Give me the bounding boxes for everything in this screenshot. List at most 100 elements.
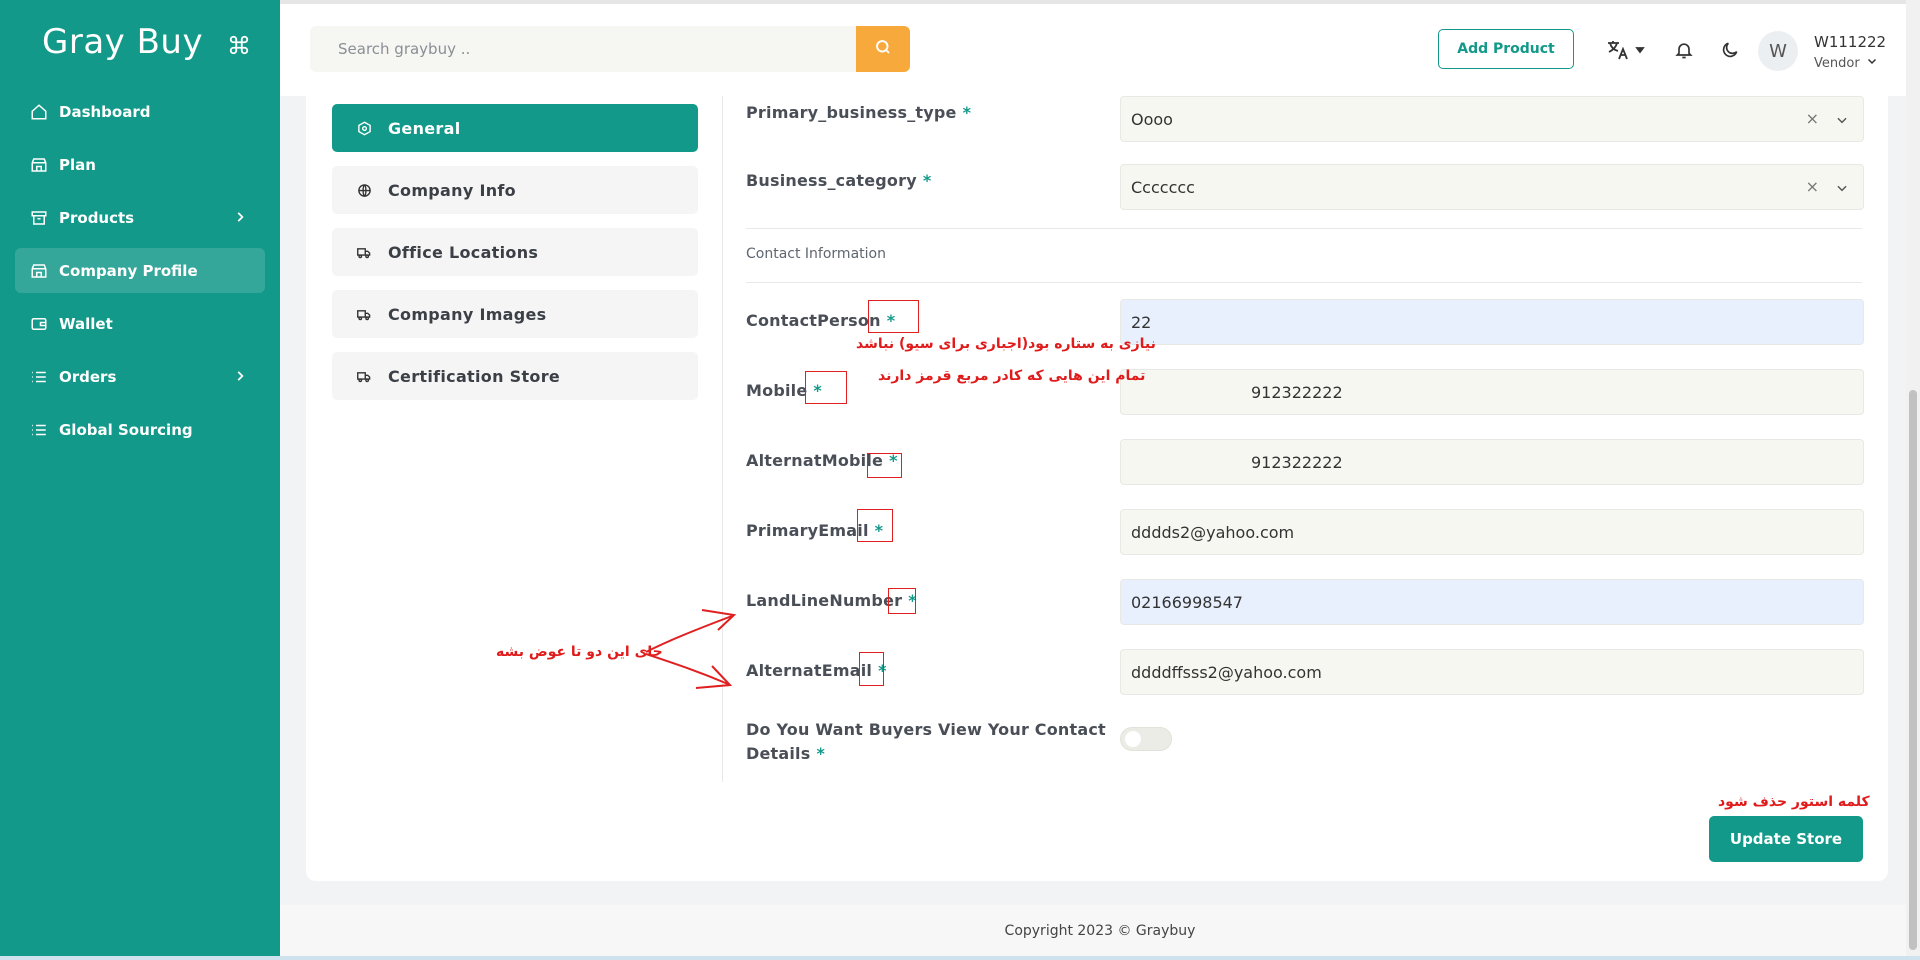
landline-number-input[interactable] [1120, 579, 1864, 625]
sidebar-item-company-profile[interactable]: Company Profile [15, 248, 265, 293]
settings-icon [356, 120, 372, 136]
chevron-down-icon[interactable] [1835, 112, 1849, 126]
sidebar-item-global-sourcing[interactable]: Global Sourcing [15, 407, 265, 452]
sidebar-item-label: Company Profile [59, 261, 198, 280]
section-divider [746, 228, 1862, 229]
tab-label: Office Locations [388, 242, 539, 262]
business-category-label: Business_category * [746, 171, 932, 190]
search-icon [874, 38, 892, 60]
translate-icon[interactable] [1606, 38, 1646, 62]
annotation-note: جای این دو تا عوض بشه [496, 644, 663, 660]
archive-icon [29, 208, 49, 228]
search-bar [310, 26, 890, 72]
select-value: Oooo [1131, 109, 1173, 129]
chevron-down-icon[interactable] [1835, 180, 1849, 194]
sidebar-item-label: Plan [59, 155, 96, 174]
chevron-right-icon [233, 210, 247, 224]
contact-person-value[interactable] [1131, 312, 1863, 332]
toggle-knob [1125, 731, 1141, 747]
add-product-button[interactable]: Add Product [1438, 29, 1574, 69]
list-icon [29, 420, 49, 440]
contact-information-title: Contact Information [746, 246, 886, 262]
alternate-email-input[interactable] [1120, 649, 1864, 695]
annotation-box [859, 652, 884, 686]
tab-label: Certification Store [388, 366, 561, 386]
footer: Copyright 2023 © Graybuy [280, 905, 1920, 960]
search-input[interactable] [310, 26, 890, 72]
chevron-down-icon [1866, 55, 1878, 71]
tab-label: Company Images [388, 304, 547, 324]
user-name[interactable]: W111222 [1814, 33, 1886, 51]
sidebar-item-label: Dashboard [59, 102, 151, 121]
store-icon [29, 155, 49, 175]
tab-company-images[interactable]: Company Images [332, 290, 698, 338]
store-icon [29, 261, 49, 281]
truck-icon [356, 244, 372, 260]
alternat-mobile-input[interactable] [1120, 439, 1864, 485]
annotation-box [888, 588, 916, 614]
annotation-note: کلمه استور حذف شود [1718, 794, 1870, 810]
tab-label: General [388, 118, 461, 138]
clear-icon[interactable]: × [1806, 109, 1819, 128]
sidebar-item-label: Products [59, 208, 135, 227]
command-icon[interactable] [228, 34, 250, 56]
select-value: Ccccccc [1131, 177, 1195, 197]
sidebar-item-label: Global Sourcing [59, 420, 193, 439]
home-icon [29, 102, 49, 122]
sidebar-item-products[interactable]: Products [15, 195, 265, 240]
copyright-text: Copyright 2023 © Graybuy [1004, 923, 1196, 939]
globe-icon [356, 182, 372, 198]
annotation-box [857, 509, 893, 542]
search-button[interactable] [856, 26, 910, 72]
primary-email-value[interactable] [1131, 522, 1863, 542]
annotation-box [805, 371, 847, 404]
profile-tabs: General Company Info Office Locations Co… [332, 104, 698, 414]
sidebar: Gray Buy Dashboard Plan Products Company… [0, 0, 280, 960]
tab-certification-store[interactable]: Certification Store [332, 352, 698, 400]
primary-email-input[interactable] [1120, 509, 1864, 555]
section-divider [746, 282, 1862, 283]
annotation-box [867, 453, 902, 478]
clear-icon[interactable]: × [1806, 177, 1819, 196]
topbar: Add Product W W111222 Vendor [280, 0, 1920, 96]
alternat-mobile-value[interactable] [1251, 452, 1863, 472]
mobile-input[interactable] [1120, 369, 1864, 415]
truck-icon [356, 368, 372, 384]
sidebar-item-label: Wallet [59, 314, 113, 333]
avatar[interactable]: W [1758, 31, 1798, 71]
sidebar-item-dashboard[interactable]: Dashboard [15, 89, 265, 134]
moon-icon[interactable] [1718, 38, 1742, 62]
user-role[interactable]: Vendor [1814, 55, 1878, 71]
contact-person-input[interactable] [1120, 299, 1864, 345]
sidebar-item-wallet[interactable]: Wallet [15, 301, 265, 346]
scrollbar[interactable] [1906, 0, 1920, 960]
company-profile-card: General Company Info Office Locations Co… [306, 96, 1888, 881]
primary-business-type-select[interactable]: Oooo × [1120, 96, 1864, 142]
view-contact-label: Do You Want Buyers View Your Contact Det… [746, 720, 1106, 763]
sidebar-item-orders[interactable]: Orders [15, 354, 265, 399]
wallet-icon [29, 314, 49, 334]
annotation-note: نیازی به ستاره بود(اجباری برای سیو) نباش… [856, 336, 1156, 352]
chevron-right-icon [233, 369, 247, 383]
annotation-arrows [645, 609, 737, 689]
landline-number-value[interactable] [1131, 592, 1863, 612]
view-contact-toggle[interactable] [1120, 727, 1172, 751]
annotation-note: تمام این هایی که کادر مربع قرمز دارند [878, 368, 1146, 384]
brand-logo[interactable]: Gray Buy [42, 22, 203, 62]
window-bottom-edge [0, 956, 1920, 960]
tab-company-info[interactable]: Company Info [332, 166, 698, 214]
alternate-email-value[interactable] [1131, 662, 1863, 682]
mobile-value[interactable] [1251, 382, 1863, 402]
bell-icon[interactable] [1672, 38, 1696, 62]
primary-business-type-label: Primary_business_type * [746, 103, 972, 122]
scrollbar-thumb[interactable] [1909, 390, 1917, 950]
list-icon [29, 367, 49, 387]
tab-office-locations[interactable]: Office Locations [332, 228, 698, 276]
sidebar-item-plan[interactable]: Plan [15, 142, 265, 187]
user-role-label: Vendor [1814, 55, 1860, 71]
annotation-box [868, 300, 919, 333]
truck-icon [356, 306, 372, 322]
business-category-select[interactable]: Ccccccc × [1120, 164, 1864, 210]
tab-general[interactable]: General [332, 104, 698, 152]
update-store-button[interactable]: Update Store [1709, 816, 1863, 862]
